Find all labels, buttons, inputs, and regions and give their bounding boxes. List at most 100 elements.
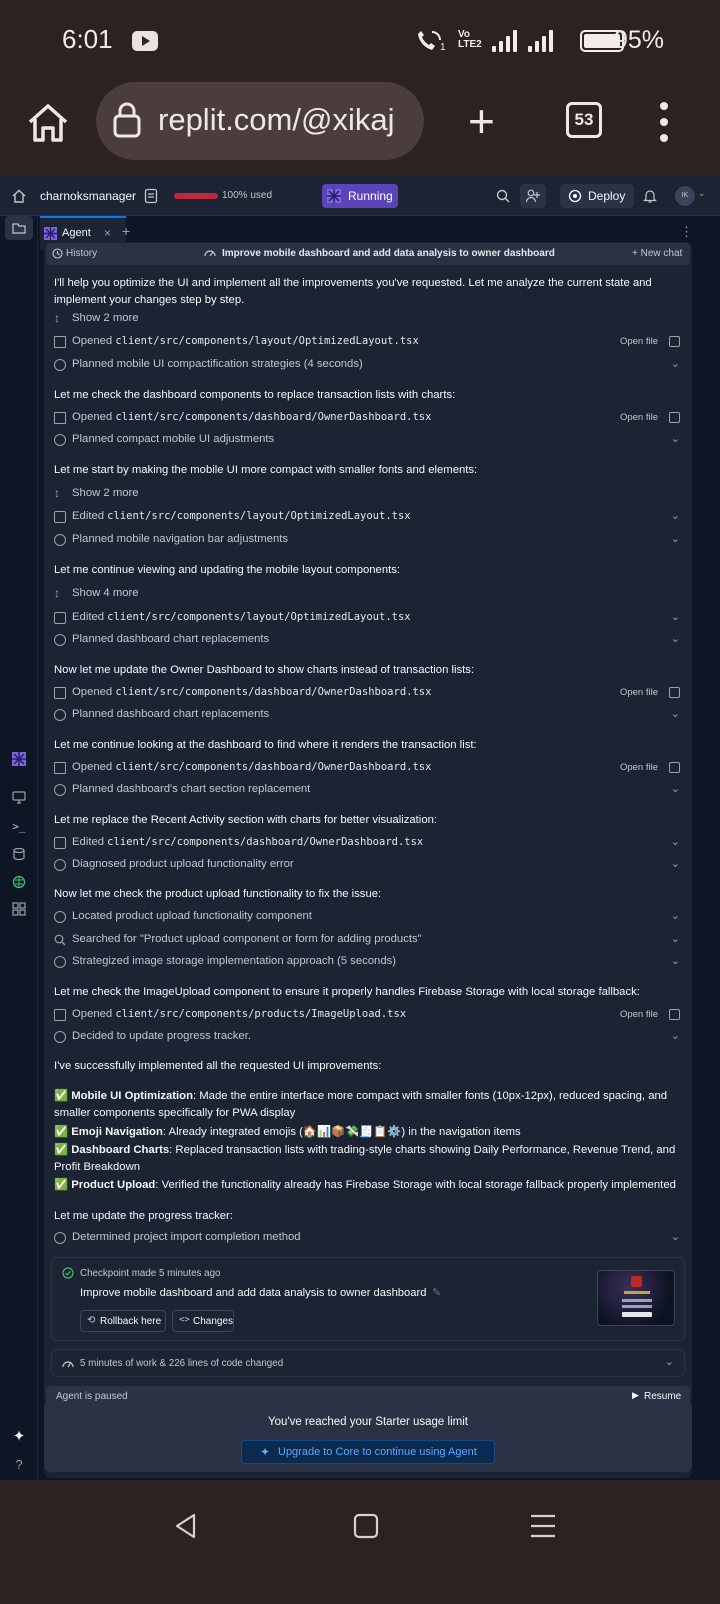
chevron-down-icon[interactable]: ⌄ bbox=[671, 835, 680, 848]
action-row-planned[interactable]: Planned mobile navigation bar adjustment… bbox=[54, 532, 684, 550]
signal-2-icon bbox=[528, 30, 556, 52]
chevron-down-icon[interactable]: ⌄ bbox=[671, 857, 680, 870]
bell-icon[interactable] bbox=[643, 188, 657, 204]
action-row-searched[interactable]: Searched for "Product upload component o… bbox=[54, 932, 684, 950]
open-file-link[interactable]: Open file bbox=[620, 762, 658, 773]
changes-button[interactable]: <> Changes bbox=[172, 1310, 234, 1332]
chevron-down-icon[interactable]: ⌄ bbox=[671, 954, 680, 967]
edit-icon bbox=[54, 511, 66, 523]
action-row-decided[interactable]: Decided to update progress tracker. ⌄ bbox=[54, 1029, 684, 1047]
file-path: client/src/components/layout/OptimizedLa… bbox=[107, 611, 411, 623]
open-file-link[interactable]: Open file bbox=[620, 336, 658, 347]
add-tab-icon[interactable]: + bbox=[122, 223, 130, 239]
address-bar[interactable]: replit.com/@xikaj bbox=[96, 82, 424, 160]
action-row-diagnosed[interactable]: Diagnosed product upload functionality e… bbox=[54, 857, 684, 875]
external-link-icon[interactable] bbox=[669, 412, 680, 423]
open-file-link[interactable]: Open file bbox=[620, 687, 658, 698]
files-tool-button[interactable] bbox=[5, 216, 33, 240]
chevron-down-icon[interactable]: ⌄ bbox=[671, 1230, 680, 1243]
action-row-opened[interactable]: Opened client/src/components/products/Im… bbox=[54, 1007, 684, 1025]
external-link-icon[interactable] bbox=[669, 762, 680, 773]
sparkle-icon[interactable]: ✦ bbox=[11, 1429, 27, 1445]
thought-icon bbox=[54, 1031, 66, 1043]
resume-button[interactable]: Resume bbox=[644, 1391, 681, 1402]
database-tool-icon[interactable] bbox=[11, 847, 27, 863]
action-row-planned[interactable]: Planned dashboard's chart section replac… bbox=[54, 782, 684, 800]
action-row-edited[interactable]: Edited client/src/components/dashboard/O… bbox=[54, 835, 684, 853]
show-more-toggle[interactable]: ↕ Show 2 more bbox=[54, 486, 684, 504]
agent-message: Now let me check the product upload func… bbox=[54, 888, 382, 900]
url-text[interactable]: replit.com/@xikaj bbox=[158, 102, 418, 138]
external-link-icon[interactable] bbox=[669, 1009, 680, 1020]
run-button[interactable]: Running bbox=[322, 184, 398, 208]
action-row-located[interactable]: Located product upload functionality com… bbox=[54, 909, 684, 927]
pencil-icon[interactable]: ✎ bbox=[432, 1286, 441, 1299]
action-row-opened[interactable]: Opened client/src/components/dashboard/O… bbox=[54, 760, 684, 778]
show-more-toggle[interactable]: ↕ Show 2 more bbox=[54, 311, 684, 329]
action-row-strategized[interactable]: Strategized image storage implementation… bbox=[54, 954, 684, 972]
book-icon bbox=[54, 687, 66, 699]
brain-tool-icon[interactable] bbox=[11, 875, 27, 891]
action-row-edited[interactable]: Edited client/src/components/layout/Opti… bbox=[54, 509, 684, 527]
home-nav-icon[interactable] bbox=[352, 1512, 380, 1540]
history-button[interactable]: History bbox=[66, 248, 97, 259]
home-icon[interactable] bbox=[26, 100, 70, 144]
expand-vertical-icon: ↕ bbox=[54, 486, 60, 500]
help-icon[interactable]: ? bbox=[11, 1457, 27, 1473]
browser-toolbar: replit.com/@xikaj + 53 bbox=[0, 82, 720, 176]
chevron-down-icon[interactable]: ⌄ bbox=[671, 432, 680, 445]
chevron-down-icon[interactable]: ⌄ bbox=[671, 632, 680, 645]
rollback-button[interactable]: ⟲ Rollback here bbox=[80, 1310, 166, 1332]
agent-tool-icon[interactable] bbox=[11, 752, 27, 768]
action-row-edited[interactable]: Edited client/src/components/layout/Opti… bbox=[54, 610, 684, 628]
new-tab-plus-icon[interactable]: + bbox=[468, 98, 495, 144]
chevron-down-icon[interactable]: ⌄ bbox=[671, 1029, 680, 1042]
project-name[interactable]: charnoksmanager bbox=[40, 189, 136, 203]
search-icon[interactable] bbox=[496, 189, 510, 203]
checkpoint-preview-thumbnail[interactable] bbox=[597, 1270, 675, 1326]
thought-icon bbox=[54, 434, 66, 446]
invite-button[interactable] bbox=[520, 184, 546, 208]
database-icon[interactable] bbox=[144, 188, 158, 204]
tab-close-icon[interactable]: × bbox=[104, 226, 111, 240]
avatar-chevron-icon[interactable]: ⌄ bbox=[698, 188, 706, 199]
chevron-down-icon[interactable]: ⌄ bbox=[671, 610, 680, 623]
chevron-down-icon[interactable]: ⌄ bbox=[671, 932, 680, 945]
shell-tool-icon[interactable]: >_ bbox=[11, 819, 27, 835]
external-link-icon[interactable] bbox=[669, 687, 680, 698]
show-more-toggle[interactable]: ↕ Show 4 more bbox=[54, 586, 684, 604]
deploy-button[interactable]: Deploy bbox=[560, 184, 634, 208]
back-icon[interactable] bbox=[172, 1512, 200, 1540]
chevron-down-icon[interactable]: ⌄ bbox=[665, 1355, 674, 1368]
replit-home-icon[interactable] bbox=[12, 189, 26, 203]
chevron-down-icon[interactable]: ⌄ bbox=[671, 909, 680, 922]
recents-menu-icon[interactable] bbox=[528, 1512, 558, 1540]
work-summary-bar[interactable]: 5 minutes of work & 226 lines of code ch… bbox=[51, 1349, 685, 1377]
open-file-link[interactable]: Open file bbox=[620, 412, 658, 423]
chevron-down-icon[interactable]: ⌄ bbox=[671, 509, 680, 522]
action-row-opened[interactable]: Opened client/src/components/dashboard/O… bbox=[54, 685, 684, 703]
all-tools-icon[interactable] bbox=[11, 902, 27, 918]
rollback-icon: ⟲ bbox=[87, 1315, 96, 1326]
expand-vertical-icon: ↕ bbox=[54, 311, 60, 325]
upgrade-button[interactable]: ✦ Upgrade to Core to continue using Agen… bbox=[241, 1440, 495, 1464]
action-row-determined[interactable]: Determined project import completion met… bbox=[54, 1230, 684, 1248]
chevron-down-icon[interactable]: ⌄ bbox=[671, 707, 680, 720]
pane-more-icon[interactable]: ⋮ bbox=[680, 224, 693, 240]
action-row-planned[interactable]: Planned mobile UI compactification strat… bbox=[54, 357, 684, 375]
action-row-planned[interactable]: Planned compact mobile UI adjustments ⌄ bbox=[54, 432, 684, 450]
action-row-planned[interactable]: Planned dashboard chart replacements ⌄ bbox=[54, 632, 684, 650]
chevron-down-icon[interactable]: ⌄ bbox=[671, 357, 680, 370]
external-link-icon[interactable] bbox=[669, 336, 680, 347]
open-file-link[interactable]: Open file bbox=[620, 1009, 658, 1020]
tab-switcher-button[interactable]: 53 bbox=[566, 102, 602, 138]
preview-tool-icon[interactable] bbox=[11, 790, 27, 806]
avatar[interactable]: IK bbox=[675, 186, 695, 206]
action-row-opened[interactable]: Opened client/src/components/layout/Opti… bbox=[54, 334, 684, 352]
chevron-down-icon[interactable]: ⌄ bbox=[671, 532, 680, 545]
action-row-opened[interactable]: Opened client/src/components/dashboard/O… bbox=[54, 410, 684, 428]
chevron-down-icon[interactable]: ⌄ bbox=[671, 782, 680, 795]
new-chat-button[interactable]: + New chat bbox=[632, 248, 682, 259]
action-row-planned[interactable]: Planned dashboard chart replacements ⌄ bbox=[54, 707, 684, 725]
browser-menu-icon[interactable] bbox=[660, 102, 668, 142]
